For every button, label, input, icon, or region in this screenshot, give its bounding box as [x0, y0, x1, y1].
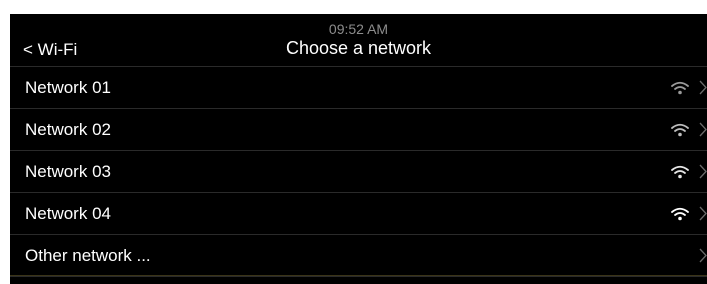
- network-item-03[interactable]: Network 03: [10, 151, 707, 193]
- network-name: Network 01: [25, 78, 111, 97]
- status-time: 09:52 AM: [328, 21, 389, 37]
- bottom-divider: [10, 275, 707, 276]
- chevron-right-icon: [699, 206, 707, 221]
- header-bar: 09:52 AM < Wi-Fi Choose a network: [10, 14, 707, 67]
- wifi-network-screen: 09:52 AM < Wi-Fi Choose a network Networ…: [10, 14, 707, 284]
- network-name: Network 03: [25, 162, 111, 181]
- wifi-signal-icon: [671, 81, 689, 95]
- chevron-right-icon: [699, 122, 707, 137]
- network-name: Network 04: [25, 204, 111, 223]
- network-item-02[interactable]: Network 02: [10, 109, 707, 151]
- wifi-signal-icon: [671, 123, 689, 137]
- wifi-signal-icon: [671, 207, 689, 221]
- network-name: Network 02: [25, 120, 111, 139]
- wifi-signal-icon: [671, 165, 689, 179]
- chevron-right-icon: [699, 248, 707, 263]
- network-item-04[interactable]: Network 04: [10, 193, 707, 235]
- other-network-item[interactable]: Other network ...: [10, 235, 707, 277]
- network-list: Network 01 Network 02 Network 03 Network…: [10, 67, 707, 277]
- chevron-right-icon: [699, 164, 707, 179]
- other-network-label: Other network ...: [25, 246, 151, 265]
- page-title: Choose a network: [285, 38, 432, 58]
- network-item-01[interactable]: Network 01: [10, 67, 707, 109]
- chevron-right-icon: [699, 80, 707, 95]
